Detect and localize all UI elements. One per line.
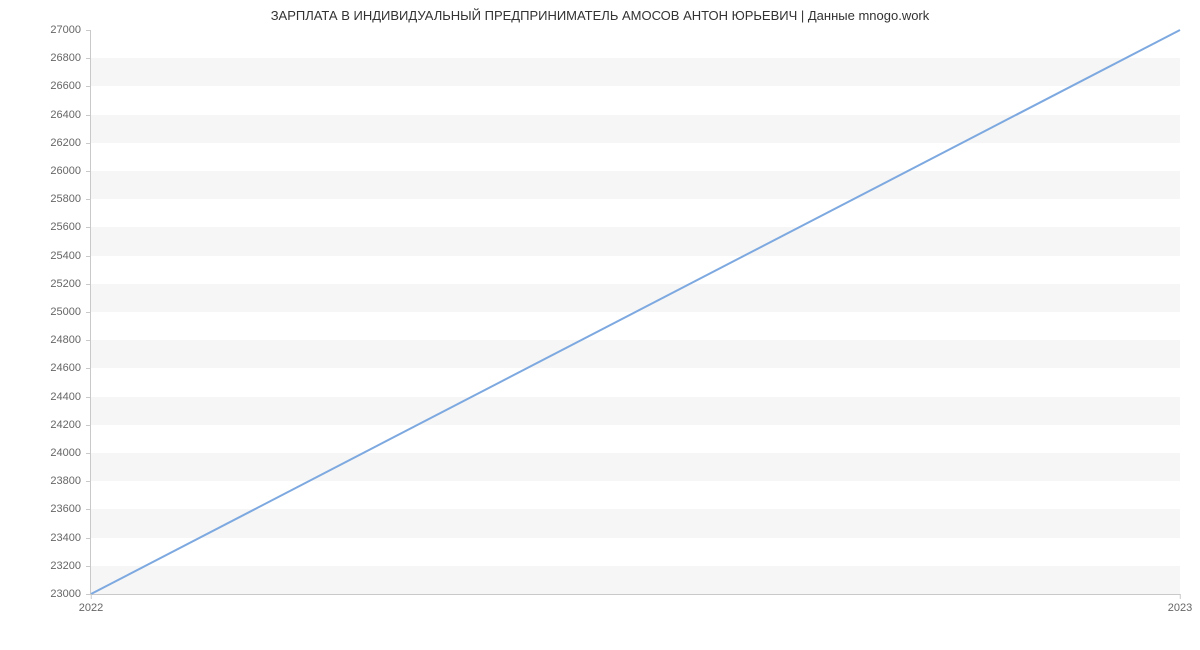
y-tick-label: 25600 <box>50 221 91 233</box>
y-tick-label: 24600 <box>50 362 91 374</box>
y-tick-label: 25800 <box>50 193 91 205</box>
y-tick-label: 26800 <box>50 52 91 64</box>
y-tick-label: 25400 <box>50 250 91 262</box>
data-line <box>91 30 1180 594</box>
y-tick-label: 26000 <box>50 165 91 177</box>
y-tick-label: 23600 <box>50 503 91 515</box>
y-tick-label: 26600 <box>50 80 91 92</box>
y-tick-label: 24400 <box>50 391 91 403</box>
y-tick-label: 23800 <box>50 475 91 487</box>
y-tick-label: 24000 <box>50 447 91 459</box>
plot-area: 2300023200234002360023800240002420024400… <box>90 30 1180 595</box>
y-tick-label: 25200 <box>50 278 91 290</box>
y-tick-label: 23400 <box>50 532 91 544</box>
y-tick-label: 26400 <box>50 109 91 121</box>
y-tick-label: 25000 <box>50 306 91 318</box>
y-tick-label: 24800 <box>50 334 91 346</box>
x-tick-label: 2022 <box>79 594 103 614</box>
y-tick-label: 26200 <box>50 137 91 149</box>
y-tick-label: 27000 <box>50 24 91 36</box>
chart-container: ЗАРПЛАТА В ИНДИВИДУАЛЬНЫЙ ПРЕДПРИНИМАТЕЛ… <box>0 0 1200 650</box>
line-series <box>91 30 1180 594</box>
chart-title: ЗАРПЛАТА В ИНДИВИДУАЛЬНЫЙ ПРЕДПРИНИМАТЕЛ… <box>0 8 1200 23</box>
y-tick-label: 24200 <box>50 419 91 431</box>
y-tick-label: 23200 <box>50 560 91 572</box>
x-tick-label: 2023 <box>1168 594 1192 614</box>
